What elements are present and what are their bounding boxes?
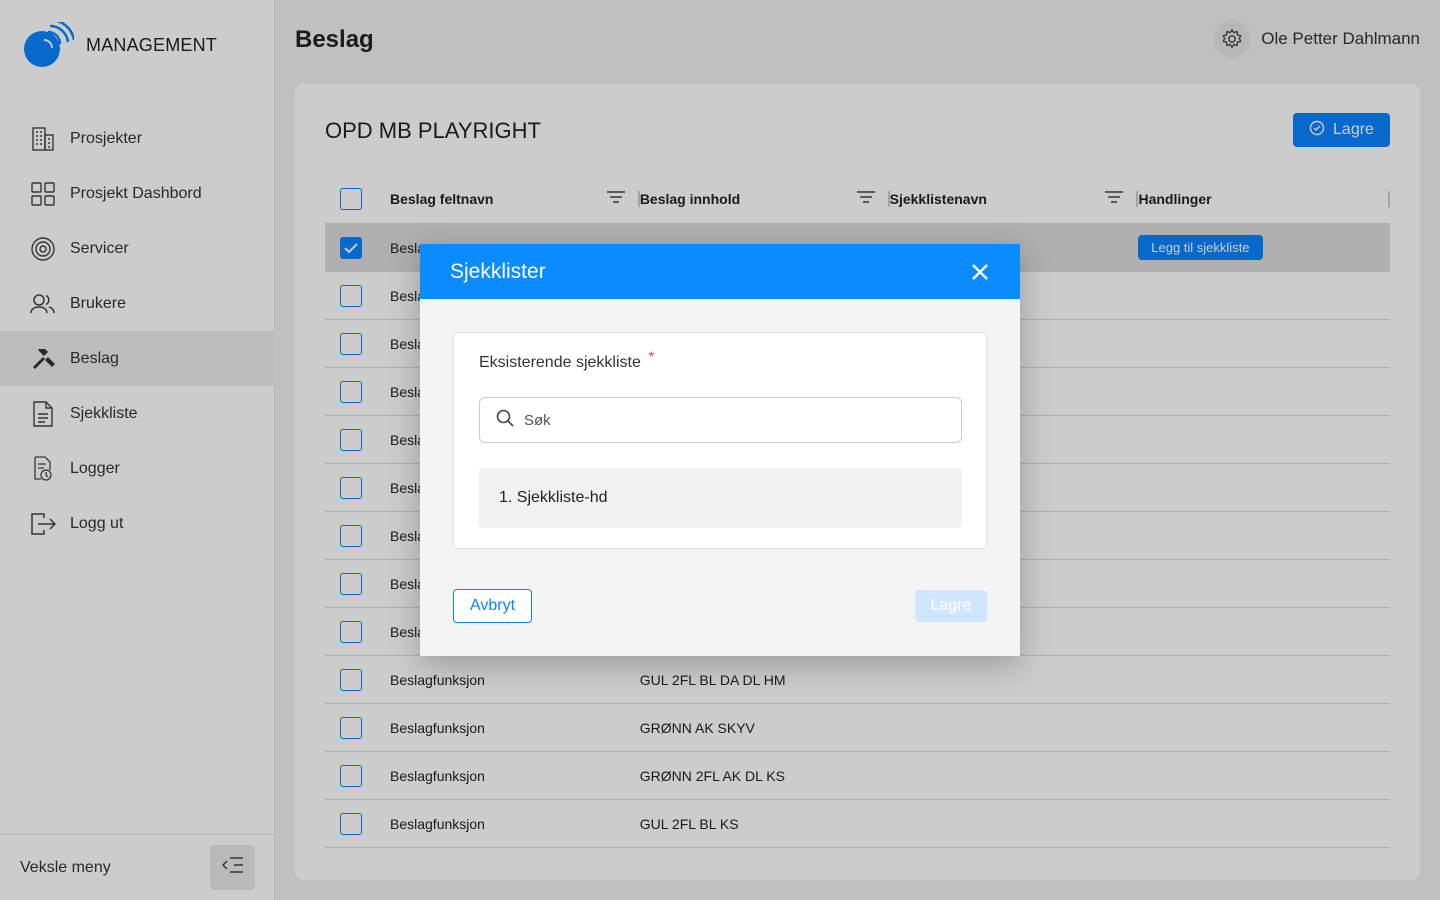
close-icon[interactable] bbox=[970, 262, 990, 282]
field-label-text: Eksisterende sjekkliste bbox=[479, 354, 641, 371]
option-number: 1. bbox=[499, 489, 513, 506]
field-label: Eksisterende sjekkliste * bbox=[479, 348, 654, 372]
search-field[interactable] bbox=[479, 397, 962, 443]
option-label: Sjekkliste-hd bbox=[516, 489, 608, 506]
required-mark: * bbox=[648, 348, 655, 364]
modal-save-button[interactable]: Lagre bbox=[915, 590, 987, 622]
modal-title: Sjekklister bbox=[450, 259, 546, 283]
search-input[interactable] bbox=[524, 411, 924, 429]
checklist-field: Eksisterende sjekkliste * 1. Sjekkliste-h… bbox=[453, 332, 987, 549]
modal-header: Sjekklister bbox=[420, 244, 1020, 299]
checklist-option[interactable]: 1. Sjekkliste-hd bbox=[479, 468, 962, 528]
cancel-button[interactable]: Avbryt bbox=[453, 589, 532, 623]
search-icon bbox=[496, 409, 514, 432]
checklist-modal: Sjekklister Eksisterende sjekkliste * 1. … bbox=[420, 244, 1020, 656]
